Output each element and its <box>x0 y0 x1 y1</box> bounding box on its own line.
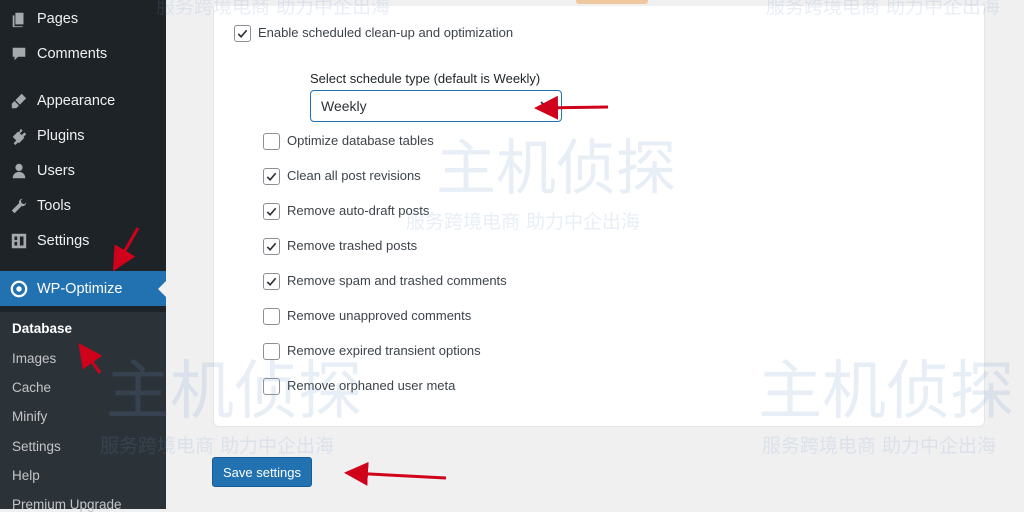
option-checkbox[interactable] <box>263 133 280 150</box>
option-checkbox[interactable] <box>263 238 280 255</box>
tools-icon <box>10 197 28 215</box>
option-checkbox[interactable] <box>263 168 280 185</box>
checkmark-icon <box>266 242 277 251</box>
sidebar-item-appearance[interactable]: Appearance <box>0 83 166 118</box>
sidebar-item-label: Comments <box>37 45 108 62</box>
sidebar-item-label: Settings <box>37 232 90 249</box>
option-checkbox[interactable] <box>263 273 280 290</box>
schedule-type-value: Weekly <box>321 98 367 114</box>
wp-optimize-submenu: Database Images Cache Minify Settings He… <box>0 312 166 512</box>
sidebar-item-label: Tools <box>37 197 71 214</box>
option-label: Remove auto-draft posts <box>287 203 430 218</box>
sidebar-item-plugins[interactable]: Plugins <box>0 118 166 153</box>
option-checkbox[interactable] <box>263 378 280 395</box>
schedule-settings-panel: Enable scheduled clean-up and optimizati… <box>213 6 985 427</box>
plugins-icon <box>10 127 28 145</box>
comments-icon <box>10 45 28 63</box>
checkmark-icon <box>266 277 277 286</box>
submenu-item-settings[interactable]: Settings <box>12 439 61 454</box>
sidebar-item-label: WP-Optimize <box>37 280 123 297</box>
save-settings-button[interactable]: Save settings <box>212 457 312 487</box>
checkmark-icon <box>266 207 277 216</box>
sidebar-item-tools[interactable]: Tools <box>0 188 166 223</box>
sidebar-item-comments[interactable]: Comments <box>0 36 166 71</box>
wp-optimize-icon <box>10 280 28 298</box>
option-checkbox[interactable] <box>263 343 280 360</box>
option-label: Optimize database tables <box>287 133 434 148</box>
schedule-type-select[interactable]: Weekly <box>310 90 562 122</box>
checkmark-icon <box>266 172 277 181</box>
users-icon <box>10 162 28 180</box>
enable-schedule-label: Enable scheduled clean-up and optimizati… <box>258 25 514 40</box>
submenu-item-images[interactable]: Images <box>12 351 56 366</box>
admin-sidebar: Pages Comments Appearance Plugins Users … <box>0 0 166 512</box>
option-label: Remove expired transient options <box>287 343 481 358</box>
option-checkbox[interactable] <box>263 203 280 220</box>
submenu-item-premium-upgrade[interactable]: Premium Upgrade <box>12 497 122 512</box>
schedule-type-label: Select schedule type (default is Weekly) <box>310 71 541 86</box>
active-indicator <box>158 281 166 297</box>
main-content: Enable scheduled clean-up and optimizati… <box>100 0 1024 509</box>
option-label: Clean all post revisions <box>287 168 421 183</box>
tab-accent <box>576 0 648 4</box>
sidebar-item-label: Appearance <box>37 92 116 109</box>
sidebar-item-users[interactable]: Users <box>0 153 166 188</box>
submenu-item-help[interactable]: Help <box>12 468 40 483</box>
submenu-item-database[interactable]: Database <box>12 321 72 336</box>
option-checkbox[interactable] <box>263 308 280 325</box>
sidebar-item-pages[interactable]: Pages <box>0 1 166 36</box>
pages-icon <box>10 10 28 28</box>
option-label: Remove spam and trashed comments <box>287 273 507 288</box>
sidebar-item-label: Plugins <box>37 127 85 144</box>
sidebar-item-label: Pages <box>37 10 79 27</box>
sidebar-item-settings[interactable]: Settings <box>0 223 166 258</box>
appearance-icon <box>10 92 28 110</box>
option-label: Remove orphaned user meta <box>287 378 456 393</box>
enable-schedule-checkbox[interactable] <box>234 25 251 42</box>
watermark-slogan: 服务跨境电商 助力中企出海 <box>762 435 997 457</box>
submenu-item-minify[interactable]: Minify <box>12 409 47 424</box>
sidebar-item-wp-optimize[interactable]: WP-Optimize <box>0 271 166 306</box>
chevron-down-icon <box>540 101 552 109</box>
settings-icon <box>10 232 28 250</box>
submenu-item-cache[interactable]: Cache <box>12 380 51 395</box>
sidebar-item-label: Users <box>37 162 75 179</box>
option-label: Remove trashed posts <box>287 238 418 253</box>
option-label: Remove unapproved comments <box>287 308 472 323</box>
checkmark-icon <box>237 29 248 38</box>
